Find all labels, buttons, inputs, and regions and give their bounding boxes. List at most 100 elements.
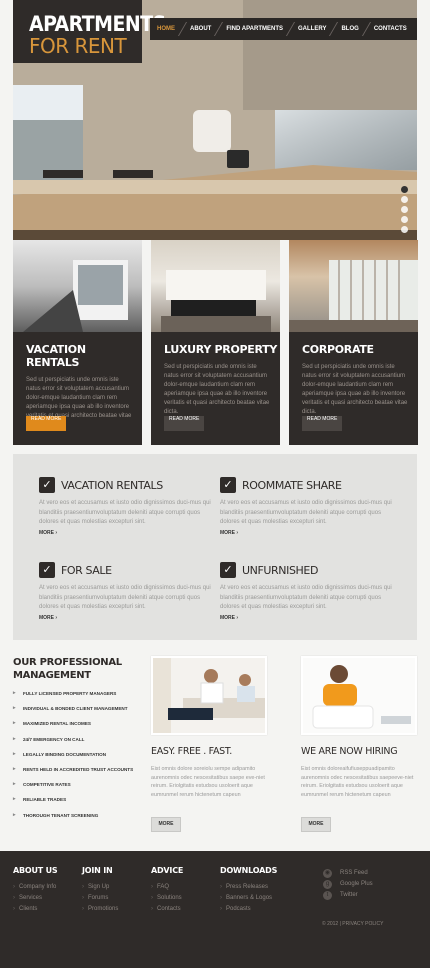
footer-link[interactable]: Contacts [151, 904, 183, 915]
feature-title: Luxury Property [164, 343, 278, 356]
management-item: MAXIMIZED RENTAL INCOMES [13, 720, 133, 736]
nav-gallery[interactable]: GALLERY [291, 18, 333, 40]
service-text: At vero eos et accusamus et iusto odio d… [39, 585, 211, 610]
footer-link[interactable]: Promotions [82, 904, 118, 915]
promo-text: Eist omnis doloreaifufiuseppuadipamito a… [301, 766, 414, 798]
nav-about[interactable]: ABOUT [183, 18, 218, 40]
promo-title: We Are Now Hiring [301, 746, 398, 757]
footer-link[interactable]: Banners & Logos [220, 893, 277, 904]
more-link-label: MORE [220, 615, 235, 621]
feature-text: Sed ut perspiciatis unde omnis iste natu… [164, 364, 270, 415]
twitter-icon: t [323, 891, 332, 900]
promo-photo [301, 656, 417, 735]
management-title-line2: Management [13, 670, 91, 681]
main-nav: HOME ABOUT FIND APARTMENTS GALLERY BLOG … [150, 18, 417, 40]
logo-line1: APARTMENTS [29, 12, 166, 36]
nav-home[interactable]: HOME [150, 18, 182, 40]
feature-photo [13, 240, 142, 332]
social-link-label: Google Plus [340, 881, 373, 887]
more-button[interactable]: MORE [151, 817, 181, 832]
read-more-button[interactable]: READ MORE [302, 416, 343, 431]
promo-card-easy: Easy. Free . Fast. Eist omnis dolore sor… [151, 656, 267, 832]
more-link[interactable]: MORE › [39, 530, 57, 536]
footer-link[interactable]: Services [13, 893, 58, 904]
copyright[interactable]: © 2012 | PRIVACY POLICY [322, 921, 384, 927]
promo-photo [151, 656, 267, 735]
service-title: Roommate Share [242, 479, 342, 492]
footer-link[interactable]: Podcasts [220, 904, 277, 915]
footer-column-downloads: Downloads Press Releases Banners & Logos… [220, 866, 277, 915]
checkmark-icon: ✓ [39, 477, 55, 493]
services-section: ✓ Vacation Rentals At vero eos et accusa… [13, 454, 417, 640]
social-link-label: RSS Feed [340, 870, 368, 876]
feature-card-corporate: Corporate Sed ut perspiciatis unde omnis… [289, 240, 418, 445]
site-logo[interactable]: APARTMENTS FOR RENT [13, 0, 166, 63]
nav-contacts[interactable]: CONTACTS [367, 18, 414, 40]
social-link-label: Twitter [340, 892, 358, 898]
management-item: COMPETITIVE RATES [13, 781, 133, 797]
rss-icon: ◉ [323, 869, 332, 878]
slider-dot-2[interactable] [401, 196, 408, 203]
more-link-label: MORE [39, 615, 54, 621]
slider-pagination [401, 186, 408, 236]
feature-photo [289, 240, 418, 332]
service-text: At vero eos et accusamus et iusto odio d… [220, 500, 392, 525]
feature-card-vacation: Vacation Rentals Sed ut perspiciatis und… [13, 240, 142, 445]
promo-text: Eist omnis dolore soreiolu sempe adipami… [151, 766, 265, 798]
footer-link[interactable]: Sign Up [82, 882, 118, 893]
footer-link[interactable]: Company Info [13, 882, 58, 893]
social-link-google-plus[interactable]: g Google Plus [323, 879, 373, 890]
read-more-button[interactable]: READ MORE [26, 416, 67, 431]
more-link[interactable]: MORE › [220, 530, 238, 536]
more-link[interactable]: MORE › [220, 615, 238, 621]
google-plus-icon: g [323, 880, 332, 889]
footer-link[interactable]: Forums [82, 893, 118, 904]
social-link-rss[interactable]: ◉ RSS Feed [323, 868, 373, 879]
feature-title: Vacation Rentals [26, 343, 86, 369]
read-more-button[interactable]: READ MORE [164, 416, 205, 431]
footer-link[interactable]: Solutions [151, 893, 183, 904]
footer-link[interactable]: Clients [13, 904, 58, 915]
footer-link[interactable]: Press Releases [220, 882, 277, 893]
footer-column-about: About Us Company Info Services Clients [13, 866, 58, 915]
more-button[interactable]: MORE [301, 817, 331, 832]
management-list: FULLY LICENSED PROPERTY MANAGERS INDIVID… [13, 690, 133, 828]
feature-title: Corporate [302, 343, 374, 356]
slider-dot-5[interactable] [401, 226, 408, 233]
feature-card-luxury: Luxury Property Sed ut perspiciatis unde… [151, 240, 280, 445]
checkmark-icon: ✓ [220, 477, 236, 493]
footer-column-join: Join In Sign Up Forums Promotions [82, 866, 118, 915]
management-item: 24/7 EMERGENCY ON CALL [13, 736, 133, 752]
slider-dot-1[interactable] [401, 186, 408, 193]
nav-find-apartments[interactable]: FIND APARTMENTS [219, 18, 290, 40]
footer-column-title: Advice [151, 866, 184, 875]
social-link-twitter[interactable]: t Twitter [323, 890, 373, 901]
checkmark-icon: ✓ [220, 562, 236, 578]
service-title: Vacation Rentals [61, 479, 163, 492]
slider-dot-3[interactable] [401, 206, 408, 213]
management-item: FULLY LICENSED PROPERTY MANAGERS [13, 690, 133, 706]
footer-link[interactable]: FAQ [151, 882, 183, 893]
promo-title: Easy. Free . Fast. [151, 746, 232, 757]
management-item: INDIVIDUAL & BONDED CLIENT MANAGEMENT [13, 705, 133, 721]
nav-blog[interactable]: BLOG [334, 18, 365, 40]
site-footer: About Us Company Info Services Clients J… [0, 851, 430, 968]
more-link[interactable]: MORE › [39, 615, 57, 621]
service-text: At vero eos et accusamus et iusto odio d… [39, 500, 211, 525]
management-item: THOROUGH TENANT SCREENING [13, 811, 133, 828]
footer-column-title: Downloads [220, 866, 278, 875]
feature-photo [151, 240, 280, 332]
management-item: RELIABLE TRADES [13, 796, 133, 812]
checkmark-icon: ✓ [39, 562, 55, 578]
management-item: LEGALLY BINDING DOCUMENTATION [13, 751, 133, 767]
more-link-label: MORE [39, 530, 54, 536]
slider-dot-4[interactable] [401, 216, 408, 223]
feature-text: Sed ut perspiciatis unde omnis iste natu… [302, 364, 408, 415]
management-title-line1: Our Professional [13, 657, 122, 668]
service-text: At vero eos et accusamus et iusto odio d… [220, 585, 392, 610]
management-item: RENTS HELD IN ACCREDITED TRUST ACCOUNTS [13, 766, 133, 782]
more-link-label: MORE [220, 530, 235, 536]
service-title: For Sale [61, 564, 112, 577]
footer-column-title: Join In [82, 866, 113, 875]
logo-line2: FOR RENT [29, 34, 127, 58]
